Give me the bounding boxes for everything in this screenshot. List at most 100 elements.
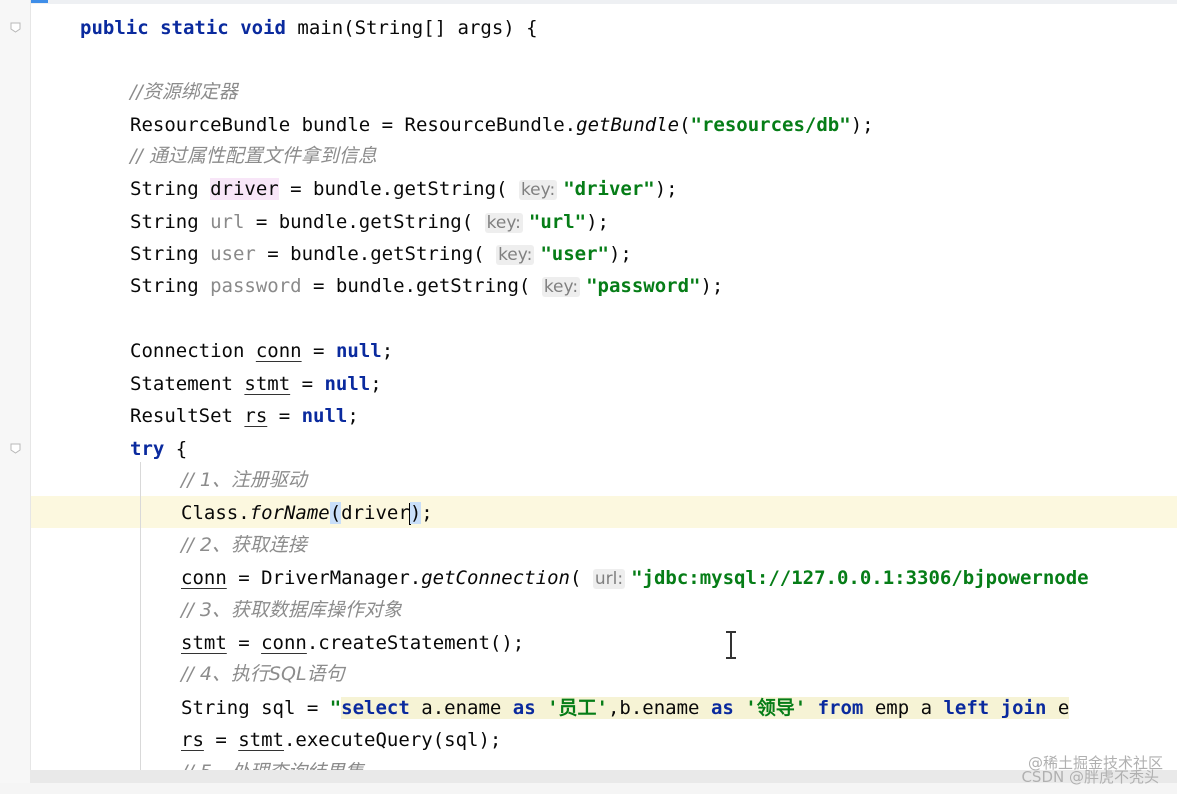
- parameter-hint: url:: [592, 569, 626, 589]
- sql-keyword: from: [817, 697, 864, 719]
- status-strip: [0, 783, 1177, 794]
- brace-match: ): [409, 502, 422, 524]
- variable-name: rs: [244, 405, 268, 427]
- code-comment[interactable]: // 1、注册驱动: [181, 464, 307, 496]
- parameter-hint: key:: [518, 180, 558, 200]
- parameter-hint: key:: [496, 245, 535, 265]
- keyword: null: [301, 405, 348, 427]
- text-cursor-icon: [726, 631, 736, 659]
- parameter-hint: key:: [484, 213, 523, 233]
- code-text: = DriverManager.: [226, 567, 422, 589]
- code-text: =: [267, 405, 302, 427]
- code-comment[interactable]: //资源绑定器: [130, 76, 238, 108]
- code-line-try[interactable]: try {: [130, 433, 187, 465]
- code-text: ;: [381, 340, 394, 362]
- code-text: );: [700, 275, 724, 297]
- code-line-connection[interactable]: Connection conn = null;: [130, 335, 393, 367]
- code-line-createstatement[interactable]: stmt = conn.createStatement();: [181, 627, 524, 659]
- code-text: Class.: [181, 502, 250, 524]
- code-text: =: [226, 632, 262, 654]
- code-comment[interactable]: // 2、获取连接: [181, 529, 307, 561]
- code-line-main-signature[interactable]: public static void main(String[] args) {: [80, 12, 538, 44]
- string-literal: "user": [540, 243, 609, 265]
- code-line-sql[interactable]: String sql = "select a.ename as '员工',b.e…: [181, 692, 1070, 724]
- code-line-executequery[interactable]: rs = stmt.executeQuery(sql);: [181, 724, 501, 756]
- code-line-forname[interactable]: Class.forName(driver);: [181, 497, 433, 529]
- code-text: = bundle.getString(: [301, 275, 542, 297]
- variable-name: user: [210, 243, 256, 265]
- type-name: Connection: [130, 340, 256, 362]
- string-literal: "password": [586, 275, 701, 297]
- type-name: String: [130, 211, 211, 233]
- string-literal: "driver": [563, 178, 655, 200]
- code-line-password[interactable]: String password = bundle.getString( key:…: [130, 270, 723, 302]
- variable-name: driver: [341, 502, 410, 524]
- method-name: getBundle: [576, 114, 680, 136]
- method-name: getConnection: [421, 567, 570, 589]
- string-literal: ": [329, 697, 342, 719]
- code-text: = bundle.getString(: [244, 211, 485, 233]
- code-text: =: [301, 340, 336, 362]
- keyword: null: [335, 340, 382, 362]
- variable-name: stmt: [181, 632, 227, 654]
- type-name: String: [130, 178, 211, 200]
- variable-name: rs: [181, 729, 204, 751]
- code-line-getconnection[interactable]: conn = DriverManager.getConnection( url:…: [181, 562, 1089, 594]
- code-line-user[interactable]: String user = bundle.getString( key: "use…: [130, 238, 632, 270]
- code-text: ;: [421, 502, 433, 524]
- type-name: String: [130, 243, 211, 265]
- string-literal: "resources/db": [690, 114, 851, 136]
- sql-keyword: as: [512, 697, 536, 719]
- variable-name: driver: [210, 178, 279, 200]
- keyword: static: [160, 17, 229, 39]
- horizontal-scrollbar[interactable]: [30, 770, 1177, 783]
- variable-name: conn: [261, 632, 307, 654]
- type-name: ResultSet: [130, 405, 245, 427]
- code-text: (: [569, 567, 593, 589]
- code-text: );: [608, 243, 632, 265]
- keyword: void: [240, 17, 286, 39]
- code-comment[interactable]: // 4、执行SQL语句: [181, 658, 345, 690]
- code-text: =: [290, 373, 325, 395]
- code-text: );: [654, 178, 678, 200]
- watermark-text: CSDN @胖虎不秃头: [1021, 768, 1159, 786]
- code-line-url[interactable]: String url = bundle.getString( key: "url"…: [130, 206, 609, 238]
- sql-text: e: [1046, 697, 1070, 719]
- code-comment[interactable]: // 3、获取数据库操作对象: [181, 594, 402, 626]
- code-line-driver[interactable]: String driver = bundle.getString( key: "d…: [130, 173, 678, 205]
- code-text: );: [586, 211, 609, 233]
- method-name: forName: [249, 502, 330, 524]
- variable-name: password: [210, 275, 302, 297]
- sql-keyword: select: [341, 697, 410, 719]
- string-literal: "url": [528, 211, 587, 233]
- keyword: null: [324, 373, 371, 395]
- code-editor[interactable]: public static void main(String[] args) {…: [0, 0, 1177, 794]
- variable-name: conn: [181, 567, 227, 589]
- type-name: String: [130, 275, 211, 297]
- code-text: );: [850, 114, 874, 136]
- parameter-hint: key:: [541, 277, 581, 297]
- code-text: (: [679, 114, 691, 136]
- brace-match: (: [329, 502, 342, 524]
- variable-name: conn: [255, 340, 302, 362]
- code-text: =: [203, 729, 239, 751]
- code-line-statement[interactable]: Statement stmt = null;: [130, 368, 382, 400]
- code-text: = bundle.getString(: [255, 243, 497, 265]
- sql-keyword: as: [710, 697, 734, 719]
- code-line-bundle[interactable]: ResourceBundle bundle = ResourceBundle.g…: [130, 109, 874, 141]
- sql-string: '领导': [733, 697, 807, 719]
- code-text: ;: [370, 373, 382, 395]
- code-text: ResourceBundle bundle = ResourceBundle.: [130, 114, 577, 136]
- sql-keyword: left join: [943, 697, 1047, 719]
- code-text: ;: [347, 405, 359, 427]
- code-text: = bundle.getString(: [278, 178, 519, 200]
- keyword: try: [130, 438, 165, 460]
- sql-string: '员工': [535, 697, 608, 719]
- code-line-resultset[interactable]: ResultSet rs = null;: [130, 400, 359, 432]
- keyword: public: [80, 17, 149, 39]
- sql-text: ,b.ename: [607, 697, 711, 719]
- code-comment[interactable]: // 通过属性配置文件拿到信息: [130, 140, 377, 172]
- code-text: {: [164, 438, 188, 460]
- type-name: Statement: [130, 373, 245, 395]
